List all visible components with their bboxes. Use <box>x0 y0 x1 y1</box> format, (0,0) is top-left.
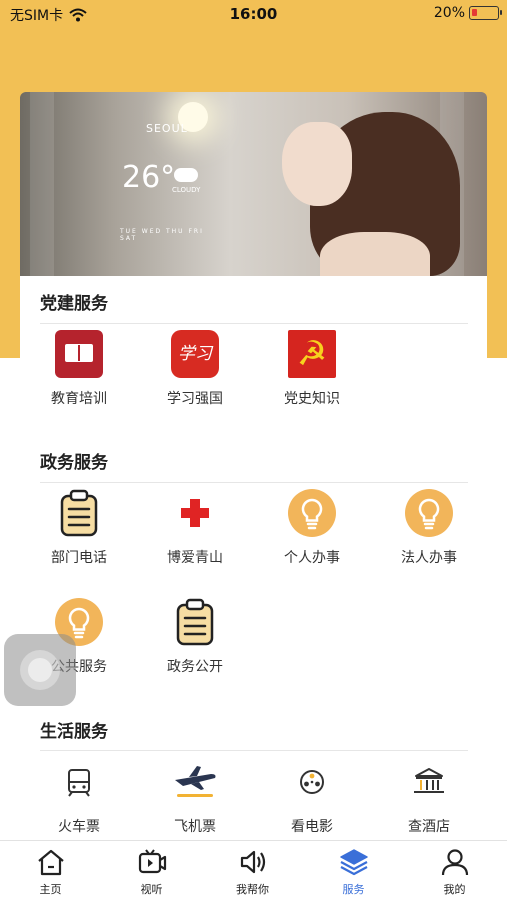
speaker-icon <box>240 850 266 874</box>
tab-video[interactable]: 视听 <box>101 847 202 899</box>
tab-label: 我的 <box>443 883 466 896</box>
lightbulb-icon <box>288 489 336 537</box>
layers-icon <box>340 849 368 876</box>
status-time: 16:00 <box>229 5 278 23</box>
tab-label: 我帮你 <box>236 883 269 896</box>
battery-icon <box>469 6 502 20</box>
service-item-education[interactable]: 教育培训 <box>24 330 134 420</box>
service-item-boai[interactable]: 博爱青山 <box>140 489 250 579</box>
tab-home[interactable]: 主页 <box>0 847 101 899</box>
section-title-government: 政务服务 <box>40 453 108 473</box>
service-item-label: 博爱青山 <box>167 550 223 566</box>
airplane-icon <box>175 766 216 797</box>
tab-label: 视听 <box>140 883 163 896</box>
bottom-tab-bar: 主页 视听 我帮你 服务 我的 <box>0 840 507 900</box>
service-item-label: 学习强国 <box>167 391 223 407</box>
battery-level <box>472 9 477 16</box>
lightbulb-icon <box>405 489 453 537</box>
service-item-label: 党史知识 <box>284 391 340 407</box>
weather-city: SEOUL <box>146 122 188 135</box>
tab-mine[interactable]: 我的 <box>404 847 505 899</box>
film-reel-icon <box>300 770 324 794</box>
book-icon <box>55 330 103 378</box>
party-emblem-icon: ☭ <box>288 330 336 378</box>
hotel-icon <box>414 768 444 793</box>
divider <box>40 323 468 324</box>
service-item-xuexi[interactable]: 学习 学习强国 <box>140 330 250 420</box>
divider <box>40 750 468 751</box>
banner-shelf <box>30 92 54 276</box>
train-icon <box>68 769 90 797</box>
service-item-train[interactable]: 火车票 <box>24 758 134 848</box>
service-item-label: 火车票 <box>58 819 100 835</box>
user-icon <box>441 849 469 876</box>
service-item-label: 政务公开 <box>167 659 223 675</box>
banner-image[interactable]: SEOUL 26° CLOUDY TUE WED THU FRI SAT <box>20 92 487 276</box>
banner-woman-face <box>282 122 352 206</box>
service-item-label: 个人办事 <box>284 550 340 566</box>
tab-services[interactable]: 服务 <box>303 847 404 899</box>
weather-condition: CLOUDY <box>172 186 201 194</box>
battery-percent: 20% <box>433 5 465 21</box>
service-item-legal-person[interactable]: 法人办事 <box>374 489 484 579</box>
weather-overlay: SEOUL 26° CLOUDY TUE WED THU FRI SAT <box>116 116 222 246</box>
divider <box>40 482 468 483</box>
tab-label: 服务 <box>342 883 365 896</box>
status-right: 20% <box>433 5 502 21</box>
service-item-label: 部门电话 <box>51 550 107 566</box>
service-item-hotel[interactable]: 查酒店 <box>374 758 484 848</box>
clipboard-icon <box>176 598 214 646</box>
status-bar: 无SIM卡 16:00 20% <box>0 0 507 28</box>
clipboard-icon <box>60 489 98 537</box>
service-item-gov-open[interactable]: 政务公开 <box>140 598 250 688</box>
banner-woman-shoulder <box>320 232 430 276</box>
service-item-label: 查酒店 <box>408 819 450 835</box>
service-item-label: 看电影 <box>291 819 333 835</box>
section-title-life: 生活服务 <box>40 722 108 742</box>
service-item-party-history[interactable]: ☭ 党史知识 <box>257 330 367 420</box>
service-item-movie[interactable]: 看电影 <box>257 758 367 848</box>
tv-icon <box>138 849 167 874</box>
service-item-label: 教育培训 <box>51 391 107 407</box>
floating-assistive-button[interactable] <box>4 634 76 706</box>
service-item-dept-phone[interactable]: 部门电话 <box>24 489 134 579</box>
cloud-icon <box>174 168 198 182</box>
red-cross-icon <box>181 499 209 527</box>
section-title-party: 党建服务 <box>40 294 108 314</box>
tab-label: 主页 <box>39 883 62 896</box>
weather-temp: 26° <box>122 160 176 195</box>
service-item-label: 飞机票 <box>174 819 216 835</box>
xuexi-icon: 学习 <box>171 330 219 378</box>
service-item-flight[interactable]: 飞机票 <box>140 758 250 848</box>
service-item-label: 法人办事 <box>401 550 457 566</box>
service-item-personal[interactable]: 个人办事 <box>257 489 367 579</box>
home-icon <box>38 849 64 876</box>
weather-days: TUE WED THU FRI SAT <box>120 228 204 242</box>
tab-help[interactable]: 我帮你 <box>202 847 303 899</box>
